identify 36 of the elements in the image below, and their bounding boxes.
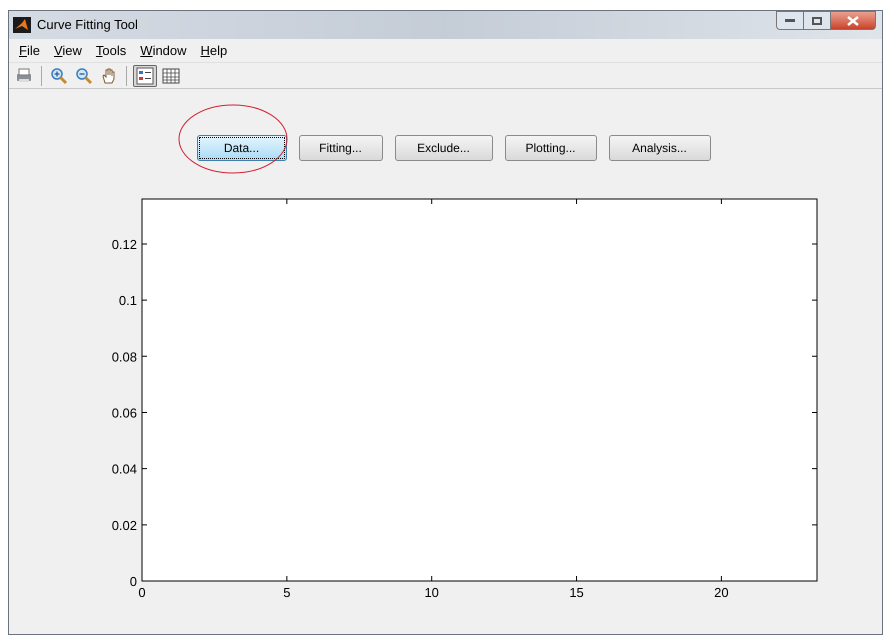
action-button[interactable]: Plotting... [504,135,596,161]
x-tick-label: 20 [714,585,729,600]
action-button[interactable]: Fitting... [298,135,382,161]
action-button[interactable]: Analysis... [608,135,710,161]
printer-icon [15,66,33,84]
zoom-out-icon [75,66,93,84]
maximize-button[interactable] [804,11,830,30]
maximize-icon [812,16,822,24]
minimize-button[interactable] [776,11,804,30]
y-tick-label: 0.12 [112,236,137,252]
menu-item[interactable]: Window [133,40,194,60]
y-tick-label: 0.1 [118,293,137,308]
action-button[interactable]: Exclude... [394,135,492,161]
close-button[interactable] [830,11,876,30]
y-tick-label: 0.04 [112,462,137,477]
x-tick-label: 10 [424,585,439,600]
app-logo-icon [13,17,31,33]
legend-tool-button[interactable] [133,64,157,86]
zoom-in-icon [50,66,68,84]
minimize-icon [785,19,795,22]
y-tick-label: 0.06 [112,405,137,420]
action-button[interactable]: Data... [196,135,286,161]
legend-icon [136,66,154,84]
x-tick-label: 15 [569,585,584,600]
y-tick-label: 0.08 [112,349,137,364]
x-tick-label: 0 [138,585,146,600]
y-tick-label: 0 [130,574,137,589]
y-tick-label: 0.02 [112,518,137,533]
menu-item[interactable]: Tools [88,40,134,60]
menu-item[interactable]: File [12,40,47,60]
close-icon [847,16,859,26]
grid-icon [162,66,180,84]
x-tick-label: 5 [283,585,290,600]
window-title: Curve Fitting Tool [37,16,138,34]
menu-item[interactable]: View [46,40,89,60]
menu-item[interactable]: Help [194,40,234,60]
